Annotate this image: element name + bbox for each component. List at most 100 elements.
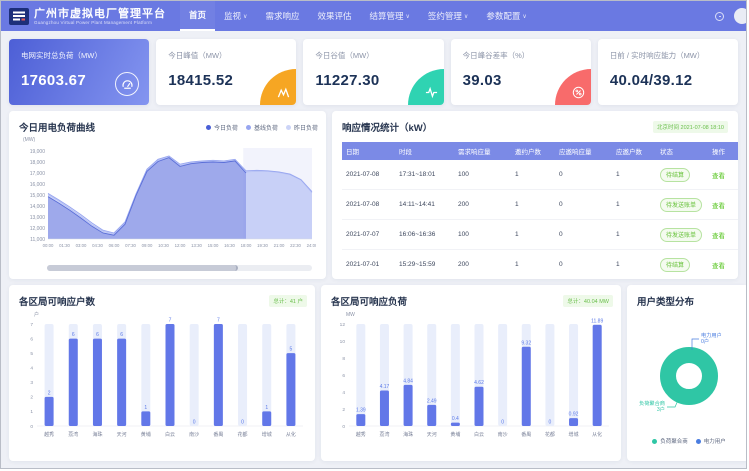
- svg-text:白云: 白云: [474, 431, 484, 438]
- donut-legend-item-0[interactable]: 负荷聚合商: [652, 437, 688, 445]
- kpi-label: 今日谷值（MW）: [315, 50, 431, 61]
- svg-text:黄埔: 黄埔: [450, 431, 460, 438]
- svg-text:18:00: 18:00: [241, 243, 252, 248]
- nav-item-6[interactable]: 参数配置∨: [477, 1, 535, 31]
- svg-text:0: 0: [193, 420, 196, 426]
- svg-text:7: 7: [169, 318, 172, 324]
- logo: 广州市虚拟电厂管理平台 Guangzhou Virtual Power Plan…: [9, 8, 166, 25]
- svg-text:户: 户: [34, 311, 39, 318]
- chart-zoom-slider[interactable]: [47, 265, 312, 271]
- notification-icon[interactable]: [715, 12, 724, 21]
- nav-item-3[interactable]: 效果评估: [308, 1, 360, 31]
- response-table: 日期时段需求响应量邀约户数应邀响应量应邀户数状态操作 2021-07-0817:…: [342, 142, 738, 279]
- user-type-title: 用户类型分布: [637, 294, 741, 308]
- svg-text:10: 10: [340, 339, 346, 345]
- svg-text:海珠: 海珠: [92, 431, 102, 438]
- district-load-title: 各区局可响应负荷: [331, 294, 407, 308]
- legend-item-1[interactable]: 基线负荷: [246, 123, 278, 132]
- legend-label: 负荷聚合商: [660, 437, 688, 445]
- svg-text:4.17: 4.17: [380, 384, 390, 390]
- cell-invited: 1: [511, 190, 555, 220]
- legend-dot: [652, 439, 657, 444]
- svg-text:0.4: 0.4: [452, 416, 459, 422]
- chart-zoom-slider-fill[interactable]: [47, 265, 238, 271]
- svg-text:0: 0: [241, 420, 244, 426]
- svg-text:10:30: 10:30: [158, 243, 169, 248]
- svg-text:1.39: 1.39: [356, 408, 366, 414]
- nav-item-label: 效果评估: [317, 10, 351, 22]
- cell-period: 17:31~18:01: [395, 160, 454, 190]
- column-header: 时段: [395, 142, 454, 160]
- avatar[interactable]: [734, 8, 747, 24]
- svg-text:花都: 花都: [238, 431, 248, 438]
- svg-text:0: 0: [30, 424, 33, 430]
- chevron-down-icon: ∨: [243, 13, 247, 20]
- district-load-panel: 各区局可响应负荷 总计：40.04 MW MW0246810121.39越秀4.…: [321, 285, 621, 461]
- cell-date: 2021-07-01: [342, 250, 395, 280]
- nav-item-label: 签约管理: [428, 10, 462, 22]
- legend-item-2[interactable]: 昨日负荷: [286, 123, 318, 132]
- legend-item-0[interactable]: 今日负荷: [206, 123, 238, 132]
- svg-text:6: 6: [96, 332, 99, 338]
- svg-text:21:00: 21:00: [274, 243, 285, 248]
- svg-text:04:30: 04:30: [92, 243, 103, 248]
- column-header: 状态: [656, 142, 708, 160]
- cell-period: 15:29~15:59: [395, 250, 454, 280]
- gauge-icon: [115, 72, 139, 96]
- svg-text:越秀: 越秀: [44, 431, 54, 438]
- kpi-label: 电网实时总负荷（MW）: [21, 50, 137, 61]
- district-users-title: 各区局可响应户数: [19, 294, 95, 308]
- cell-responded: 0: [555, 250, 612, 280]
- main-nav: 首页监视∨需求响应效果评估结算管理∨签约管理∨参数配置∨: [180, 1, 536, 31]
- legend-label: 基线负荷: [254, 123, 278, 132]
- nav-item-0[interactable]: 首页: [180, 1, 215, 31]
- svg-text:荔湾: 荔湾: [379, 431, 389, 438]
- view-link[interactable]: 查看: [712, 263, 725, 270]
- load-curve-chart: 19,00018,00017,00016,00015,00014,00013,0…: [19, 143, 316, 258]
- svg-text:15:00: 15:00: [208, 243, 219, 248]
- district-users-panel: 各区局可响应户数 总计：41 户 户012345672越秀6荔湾6海珠6天河1黄…: [9, 285, 315, 461]
- nav-item-1[interactable]: 监视∨: [215, 1, 256, 31]
- cell-responded: 0: [555, 190, 612, 220]
- svg-text:2: 2: [48, 390, 51, 396]
- cell-action: 查看: [708, 220, 738, 250]
- column-header: 应邀响应量: [555, 142, 612, 160]
- cell-demand: 200: [454, 250, 511, 280]
- view-link[interactable]: 查看: [712, 203, 725, 210]
- nav-item-2[interactable]: 需求响应: [256, 1, 308, 31]
- district-users-chart: 户012345672越秀6荔湾6海珠6天河1黄埔7白云0南沙7番禺0花都1增城5…: [19, 308, 307, 456]
- svg-text:6: 6: [120, 332, 123, 338]
- status-badge: 待结算: [660, 258, 690, 272]
- view-link[interactable]: 查看: [712, 173, 725, 180]
- kpi-card-0: 电网实时总负荷（MW）17603.67: [9, 39, 149, 105]
- svg-text:4.84: 4.84: [403, 378, 413, 384]
- table-row: 2021-07-0814:11~14:41200101待发送账单查看: [342, 190, 738, 220]
- legend-dot: [206, 125, 211, 130]
- legend-label: 昨日负荷: [294, 123, 318, 132]
- nav-item-5[interactable]: 签约管理∨: [419, 1, 477, 31]
- cell-demand: 100: [454, 220, 511, 250]
- response-table-header-row: 日期时段需求响应量邀约户数应邀响应量应邀户数状态操作: [342, 142, 738, 160]
- cell-resp_users: 1: [612, 160, 656, 190]
- svg-text:22:30: 22:30: [290, 243, 301, 248]
- cell-demand: 100: [454, 160, 511, 190]
- cell-status: 待发送账单: [656, 190, 708, 220]
- svg-text:19:30: 19:30: [257, 243, 268, 248]
- logo-text: 广州市虚拟电厂管理平台 Guangzhou Virtual Power Plan…: [34, 8, 166, 25]
- svg-text:番禺: 番禺: [521, 431, 531, 438]
- svg-text:19,000: 19,000: [30, 149, 46, 155]
- column-header: 日期: [342, 142, 395, 160]
- cell-period: 14:11~14:41: [395, 190, 454, 220]
- svg-text:从化: 从化: [286, 431, 296, 438]
- table-row: 2021-07-0716:06~16:36100101待发送账单查看: [342, 220, 738, 250]
- svg-text:5: 5: [30, 351, 33, 357]
- kpi-card-4: 日前 / 实时响应能力（MW）40.04/39.12: [598, 39, 738, 105]
- donut-legend-item-1[interactable]: 电力用户: [696, 437, 726, 445]
- nav-item-label: 需求响应: [265, 10, 299, 22]
- svg-text:07:30: 07:30: [125, 243, 136, 248]
- svg-text:16,000: 16,000: [30, 182, 46, 188]
- nav-item-4[interactable]: 结算管理∨: [360, 1, 418, 31]
- nav-item-label: 首页: [189, 9, 206, 21]
- view-link[interactable]: 查看: [712, 233, 725, 240]
- district-load-chart: MW0246810121.39越秀4.17荔湾4.84海珠2.49天河0.4黄埔…: [331, 308, 613, 456]
